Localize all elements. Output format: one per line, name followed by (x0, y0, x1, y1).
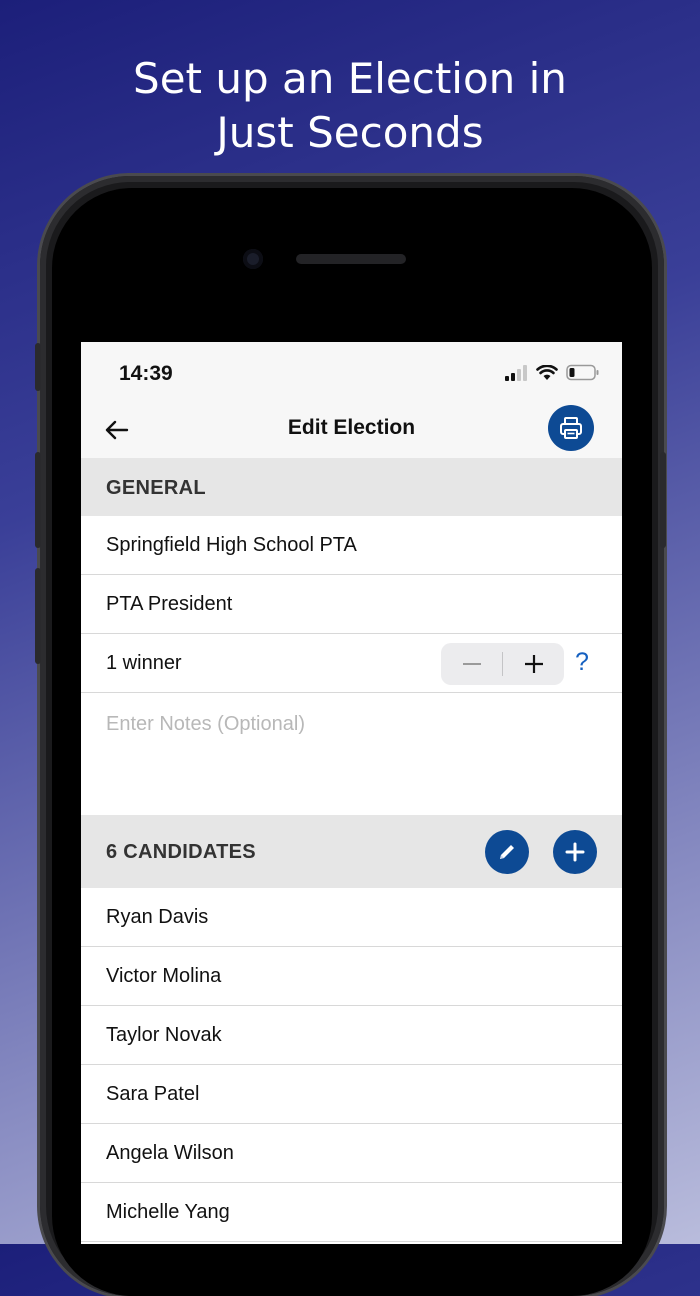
organization-value: Springfield High School PTA (106, 534, 357, 556)
back-arrow-icon[interactable] (103, 416, 131, 444)
general-section-header: GENERAL (81, 458, 622, 516)
candidate-name: Ryan Davis (106, 906, 209, 928)
candidate-name: Taylor Novak (106, 1024, 222, 1046)
organization-field[interactable]: Springfield High School PTA (81, 516, 622, 575)
candidates-header-label: 6 CANDIDATES (106, 841, 256, 863)
edit-candidates-button[interactable] (485, 830, 529, 874)
pencil-icon (500, 845, 514, 859)
wifi-icon (536, 364, 558, 380)
winners-stepper (441, 643, 564, 685)
candidate-row[interactable]: Ryan Davis (81, 888, 622, 947)
help-button[interactable]: ? (575, 648, 589, 677)
position-field[interactable]: PTA President (81, 575, 622, 634)
position-value: PTA President (106, 593, 233, 615)
candidate-row[interactable]: Taylor Novak (81, 1006, 622, 1065)
plus-icon (524, 655, 543, 673)
mute-switch (35, 343, 41, 391)
candidate-row[interactable]: Victor Molina (81, 947, 622, 1006)
app-screen: 14:39 Edit Election GENERAL Springfield … (81, 342, 622, 1244)
candidate-name: Sara Patel (106, 1083, 200, 1105)
candidate-name: Victor Molina (106, 965, 222, 987)
decrement-button[interactable] (441, 643, 502, 685)
volume-down-button (35, 568, 41, 664)
marketing-headline: Set up an Election in Just Seconds (0, 52, 700, 160)
increment-button[interactable] (503, 643, 564, 685)
page-title: Edit Election (287, 416, 416, 439)
plus-icon (565, 842, 585, 862)
candidates-section-header: 6 CANDIDATES (81, 815, 622, 888)
system-icons (504, 364, 600, 381)
cellular-signal-icon (505, 364, 527, 381)
candidate-row[interactable]: Angela Wilson (81, 1124, 622, 1183)
navigation-bar: Edit Election (81, 402, 622, 459)
front-camera (243, 249, 263, 269)
battery-icon (566, 364, 599, 381)
print-button[interactable] (548, 405, 594, 451)
candidate-name: Michelle Yang (106, 1201, 230, 1223)
headline-line-2: Just Seconds (216, 108, 484, 157)
minus-icon (462, 663, 481, 665)
winners-count-label: 1 winner (106, 652, 182, 674)
add-candidate-button[interactable] (553, 830, 597, 874)
candidate-name: Angela Wilson (106, 1142, 234, 1164)
status-bar: 14:39 (81, 342, 622, 402)
printer-icon (560, 417, 582, 439)
notes-placeholder: Enter Notes (Optional) (106, 713, 305, 735)
status-time: 14:39 (119, 362, 173, 385)
winners-row: 1 winner ? (81, 634, 622, 693)
candidate-row[interactable]: Sara Patel (81, 1065, 622, 1124)
headline-line-1: Set up an Election in (133, 54, 567, 103)
notes-textarea[interactable]: Enter Notes (Optional) (81, 693, 622, 815)
earpiece-speaker (296, 254, 406, 264)
candidate-row[interactable]: Michelle Yang (81, 1183, 622, 1242)
general-header-label: GENERAL (106, 477, 206, 499)
volume-up-button (35, 452, 41, 548)
power-button (660, 452, 666, 548)
